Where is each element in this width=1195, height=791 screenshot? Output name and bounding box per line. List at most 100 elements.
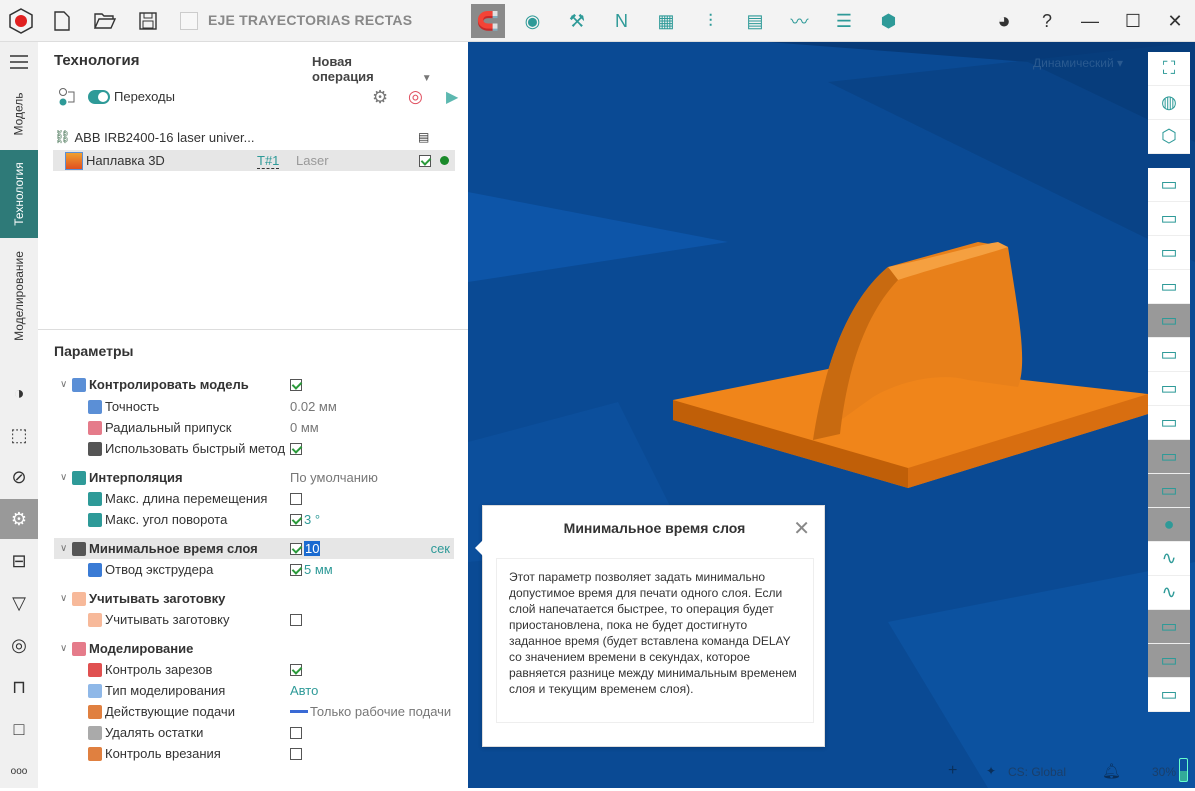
- layers-icon[interactable]: ☰: [827, 4, 861, 38]
- tab-technology[interactable]: Технология: [0, 150, 38, 238]
- param-checkbox[interactable]: [290, 492, 302, 505]
- menu-icon[interactable]: [0, 42, 38, 82]
- param-row[interactable]: Контроль врезания: [54, 743, 454, 764]
- hatch-icon[interactable]: ▭: [1148, 474, 1190, 508]
- project-checkbox[interactable]: [172, 4, 206, 38]
- param-checkbox[interactable]: [290, 747, 302, 760]
- magnet-icon[interactable]: 🧲: [471, 4, 505, 38]
- param-value[interactable]: 5 мм: [304, 562, 333, 577]
- param-group[interactable]: ∨ Моделирование: [54, 638, 454, 659]
- transitions-tree-icon[interactable]: [58, 88, 76, 109]
- param-row[interactable]: Удалять остатки: [54, 722, 454, 743]
- view-mode-dropdown[interactable]: Динамический ▾: [1033, 56, 1123, 70]
- cylinder-icon[interactable]: ▭: [1148, 270, 1190, 304]
- postprocessor-icon[interactable]: ▤: [738, 4, 772, 38]
- param-row[interactable]: Тип моделирования Авто: [54, 680, 454, 701]
- param-checkbox[interactable]: [290, 663, 302, 676]
- param-checkbox[interactable]: [290, 442, 302, 455]
- surface3-icon[interactable]: ▭: [1148, 678, 1190, 712]
- tab-modeling[interactable]: Моделирование: [0, 244, 38, 348]
- tools-icon[interactable]: ⫶: [694, 4, 728, 38]
- param-value[interactable]: Авто: [290, 683, 318, 698]
- save-icon[interactable]: [131, 4, 165, 38]
- chevron-down-icon[interactable]: ∨: [60, 543, 72, 554]
- stock-icon[interactable]: □: [0, 709, 38, 749]
- recalculate-icon[interactable]: ◎: [408, 87, 423, 107]
- wave-icon[interactable]: ∿: [1148, 542, 1190, 576]
- tool-icon[interactable]: ▽: [0, 583, 38, 623]
- play-icon[interactable]: ▶: [446, 87, 458, 107]
- tool-icon[interactable]: ▭: [1148, 304, 1190, 338]
- fixture-icon[interactable]: ⊓: [0, 667, 38, 707]
- param-group[interactable]: ∨ Учитывать заготовку: [54, 588, 454, 609]
- gear-icon[interactable]: ⚙: [372, 87, 388, 108]
- param-checkbox[interactable]: [290, 378, 302, 391]
- param-row[interactable]: Учитывать заготовку: [54, 609, 454, 630]
- dot-icon[interactable]: ●: [1148, 508, 1190, 542]
- new-operation-dropdown[interactable]: Новая операция ▼: [312, 54, 468, 84]
- shading-icon[interactable]: ◑: [0, 373, 38, 413]
- param-checkbox[interactable]: [290, 542, 302, 555]
- param-checkbox[interactable]: [290, 613, 302, 626]
- spindle-icon[interactable]: ▭: [1148, 202, 1190, 236]
- compass-icon[interactable]: ⊘: [0, 457, 38, 497]
- surface2-icon[interactable]: ▭: [1148, 644, 1190, 678]
- operation-enabled-checkbox[interactable]: [419, 154, 431, 167]
- surface-icon[interactable]: ▭: [1148, 610, 1190, 644]
- param-row[interactable]: Использовать быстрый метод: [54, 438, 454, 459]
- simulation-icon[interactable]: ◉: [516, 4, 550, 38]
- param-row[interactable]: Действующие подачи Только рабочие подачи: [54, 701, 454, 722]
- coord-system-icon[interactable]: ✦: [986, 764, 996, 778]
- param-group[interactable]: ∨ Интерполяция По умолчанию: [54, 467, 454, 488]
- param-row[interactable]: Радиальный припуск 0 мм: [54, 417, 454, 438]
- param-value-input[interactable]: 10: [304, 541, 321, 556]
- param-row[interactable]: Отвод экструдера 5 мм: [54, 559, 454, 580]
- machine-icon[interactable]: ⚒: [560, 4, 594, 38]
- help-icon[interactable]: ?: [1030, 4, 1064, 38]
- param-row[interactable]: Макс. длина перемещения: [54, 488, 454, 509]
- open-folder-icon[interactable]: [88, 4, 122, 38]
- add-icon[interactable]: +: [948, 762, 957, 780]
- close-icon[interactable]: ✕: [1158, 4, 1192, 38]
- maximize-icon[interactable]: ☐: [1116, 4, 1150, 38]
- holder-icon[interactable]: ▭: [1148, 168, 1190, 202]
- sphere-view-icon[interactable]: ◍: [1148, 86, 1190, 120]
- param-checkbox[interactable]: [290, 726, 302, 739]
- param-row[interactable]: Точность 0.02 мм: [54, 396, 454, 417]
- gauge-icon[interactable]: ◎: [0, 625, 38, 665]
- bell-icon[interactable]: 🔔︎: [1102, 762, 1121, 780]
- param-value[interactable]: Только рабочие подачи: [310, 704, 451, 719]
- fit-view-icon[interactable]: ⛶: [1148, 52, 1190, 86]
- param-group[interactable]: ∨ Минимальное время слоя 10 сек: [54, 538, 454, 559]
- operation-tree-item[interactable]: Наплавка 3D T#1 Laser: [53, 150, 455, 171]
- param-value[interactable]: 0 мм: [290, 420, 319, 435]
- minimize-icon[interactable]: —: [1073, 4, 1107, 38]
- param-value[interactable]: 0.02 мм: [290, 399, 337, 414]
- chevron-down-icon[interactable]: ∨: [60, 379, 72, 390]
- part-icon[interactable]: ▭: [1148, 440, 1190, 474]
- new-file-icon[interactable]: [45, 4, 79, 38]
- coord-system-label[interactable]: CS: Global: [1008, 765, 1066, 779]
- chevron-down-icon[interactable]: ∨: [60, 593, 72, 604]
- wave2-icon[interactable]: ∿: [1148, 576, 1190, 610]
- param-row[interactable]: Макс. угол поворота 3 °: [54, 509, 454, 530]
- chuck-icon[interactable]: ▭: [1148, 338, 1190, 372]
- tab-model[interactable]: Модель: [0, 84, 38, 144]
- param-row[interactable]: Контроль зарезов: [54, 659, 454, 680]
- param-value[interactable]: По умолчанию: [290, 470, 378, 485]
- tool-number-link[interactable]: T#1: [257, 153, 280, 169]
- close-icon[interactable]: ✕: [793, 516, 810, 541]
- param-value[interactable]: 3 °: [304, 512, 320, 527]
- notes-icon[interactable]: ▤: [418, 130, 429, 144]
- selection-icon[interactable]: ⬚: [0, 415, 38, 455]
- param-group[interactable]: ∨ Контролировать модель: [54, 374, 454, 395]
- tool-holder-icon[interactable]: ▭: [1148, 236, 1190, 270]
- report-icon[interactable]: ▦: [649, 4, 683, 38]
- chevron-down-icon[interactable]: ∨: [60, 643, 72, 654]
- settings-icon[interactable]: ⚙: [0, 499, 38, 539]
- box-view-icon[interactable]: ⬡: [1148, 120, 1190, 154]
- chevron-down-icon[interactable]: ∨: [60, 472, 72, 483]
- drill-icon[interactable]: ▭: [1148, 372, 1190, 406]
- transitions-toggle[interactable]: Переходы: [88, 89, 175, 104]
- app-logo-icon[interactable]: [4, 4, 38, 38]
